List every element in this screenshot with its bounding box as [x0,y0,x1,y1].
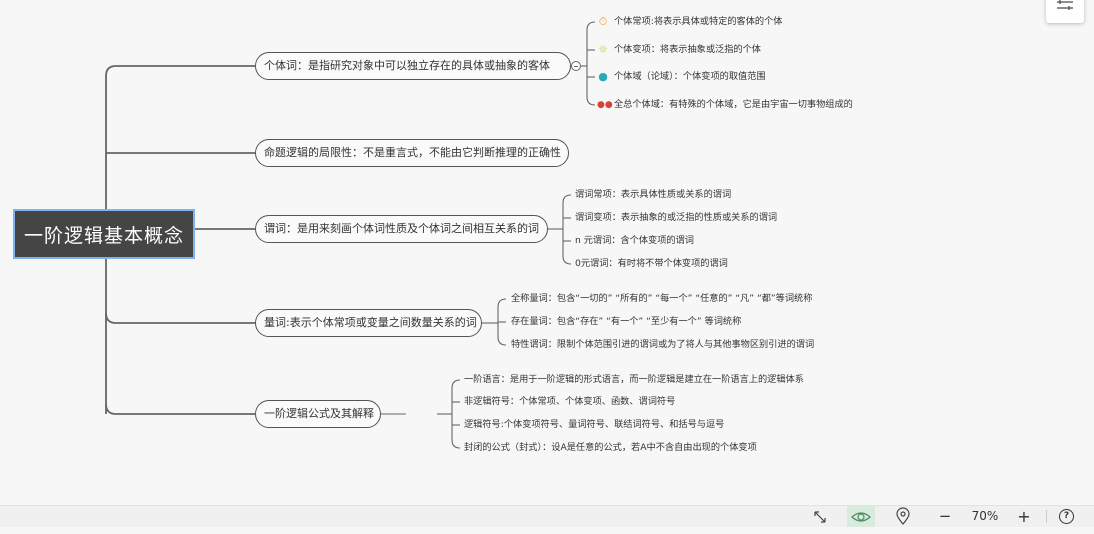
mindmap-canvas[interactable]: 一阶逻辑基本概念 个体词：是指研究对象中可以独立存在的具体或抽象的客体 命题逻辑… [0,0,1094,505]
leaf-predicate-constant[interactable]: 谓词常项：表示具体性质或关系的谓词 [575,189,731,201]
leaf-closed-formula[interactable]: 封闭的公式（封式）：设A是任意的公式，若A中不含自由出现的个体变项 [464,442,757,454]
leaf-predicate-variable[interactable]: 谓词变项：表示抽象的或泛指的性质或关系的谓词 [575,212,777,224]
stopwatch-icon: ⏱ [598,15,608,28]
root-topic[interactable]: 一阶逻辑基本概念 [13,209,195,259]
fit-screen-icon[interactable] [810,506,830,527]
leaf-logical-symbols[interactable]: 逻辑符号:个体变项符号、量词符号、联结词符号、和括号与逗号 [464,419,724,431]
zoom-out-button[interactable]: − [935,506,955,527]
branch-individual-terms[interactable]: 个体词：是指研究对象中可以独立存在的具体或抽象的客体 [255,52,571,80]
leaf-universal-domain[interactable]: 全总个体域：有特殊的个体域，它是由宇宙一切事物组成的 [614,99,853,111]
collapse-toggle[interactable] [571,61,581,71]
zoom-in-button[interactable]: + [1014,506,1034,527]
sliders-icon [1057,0,1073,10]
leaf-existential-quantifier[interactable]: 存在量词：包含“存在” “有一个” “至少有一个” 等词统称 [511,316,741,328]
branch-predicates[interactable]: 谓词：是用来刻画个体词性质及个体词之间相互关系的词 [255,215,548,243]
leaf-characteristic-predicate[interactable]: 特性谓词：限制个体范围引进的谓词或为了将人与其他事物区别引进的谓词 [511,339,814,351]
leaf-first-order-language[interactable]: 一阶语言：是用于一阶逻辑的形式语言，而一阶逻辑是建立在一阶语言上的逻辑体系 [464,374,804,386]
zoom-level: 70% [971,509,999,523]
lightbulb-icon: ☼ [598,43,608,56]
leaf-non-logical-symbols[interactable]: 非逻辑符号：个体常项、个体变项、函数、谓词符号 [464,396,675,408]
branch-propositional-logic-limits[interactable]: 命题逻辑的局限性：不是重言式，不能由它判断推理的正确性 [255,139,569,167]
divider [1046,510,1047,523]
leaf-n-ary-predicate[interactable]: n 元谓词：含个体变项的谓词 [575,235,694,247]
person-icon: ● [598,70,608,83]
settings-button[interactable] [1046,0,1084,23]
location-pin-icon[interactable] [893,506,913,527]
people-icon: ●● [597,100,613,110]
leaf-individual-variable[interactable]: 个体变项：将表示抽象或泛指的个体 [614,44,761,56]
leaf-individual-domain[interactable]: 个体域（论域）：个体变项的取值范围 [614,71,766,83]
leaf-individual-constant[interactable]: 个体常项:将表示具体或特定的客体的个体 [614,16,782,28]
status-bar: − 70% + ? [0,505,1094,527]
help-button[interactable]: ? [1059,509,1074,524]
leaf-universal-quantifier[interactable]: 全称量词：包含“一切的” “所有的” “每一个” “任意的” “凡” “都”等词… [511,293,812,305]
branch-first-order-formulas[interactable]: 一阶逻辑公式及其解释 [255,400,381,428]
leaf-0-ary-predicate[interactable]: 0元谓词：有时将不带个体变项的谓词 [575,258,728,270]
branch-quantifiers[interactable]: 量词:表示个体常项或变量之间数量关系的词 [255,309,482,337]
eye-icon[interactable] [847,506,875,527]
